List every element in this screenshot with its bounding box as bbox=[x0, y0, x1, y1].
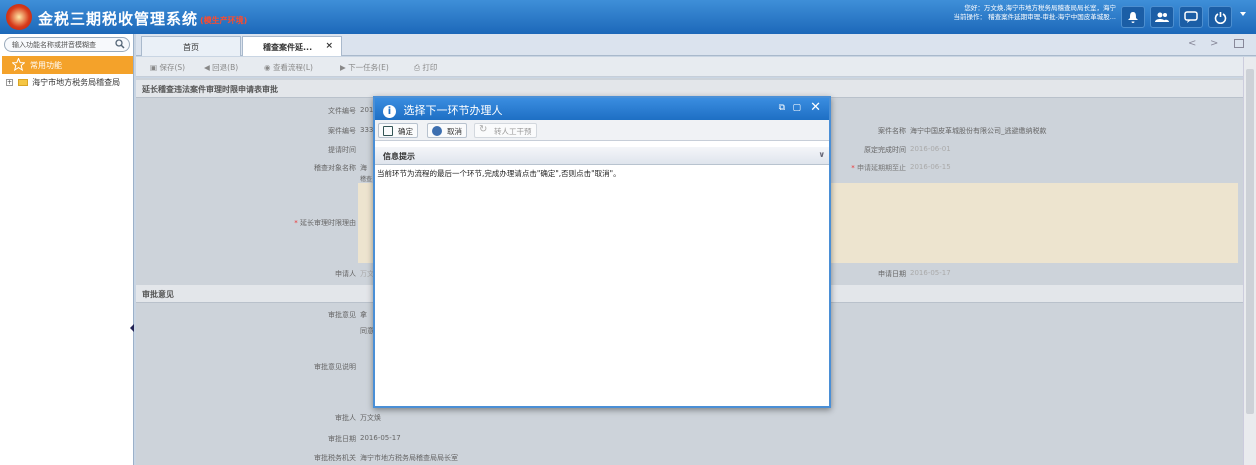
star-icon bbox=[11, 57, 26, 73]
print-label: 打印 bbox=[422, 63, 438, 72]
tax-logo-icon bbox=[6, 4, 32, 30]
back-button[interactable]: ◀ 回退(B) bbox=[204, 62, 238, 73]
dialog-toolbar: 确定 取消 ↻ 转人工干预 bbox=[375, 120, 829, 141]
user-info: 您好：万文焕,海宁市地方税务局稽查局局长室，海宁 当前操作： 稽查案件延期审理-… bbox=[954, 4, 1116, 22]
approver-value: 万文焕 bbox=[360, 414, 381, 422]
tree-item-label: 海宁市地方税务局稽查局 bbox=[32, 78, 121, 87]
reason-label-text: 延长审理时限理由 bbox=[300, 219, 356, 227]
doc-no-label: 文件编号 bbox=[328, 107, 356, 115]
chat-icon[interactable] bbox=[1179, 6, 1203, 28]
case-no-label: 案件编号 bbox=[328, 127, 356, 135]
view-flow-button[interactable]: ◉ 查看流程(L) bbox=[264, 62, 313, 73]
submit-time-label: 提请时间 bbox=[328, 146, 356, 154]
info-panel-header: 信息提示 ∨ bbox=[375, 147, 829, 165]
applicant-value: 万文 bbox=[360, 270, 374, 278]
tab-case-extension-label: 稽查案件延... bbox=[263, 43, 313, 52]
dialog-title: 选择下一环节办理人 bbox=[403, 104, 503, 117]
users-icon[interactable] bbox=[1150, 6, 1174, 28]
approve-date-label: 审批日期 bbox=[328, 435, 356, 443]
org-value: 海宁市地方税务局稽查局局长室 bbox=[360, 454, 458, 462]
extend-to-label-text: 申请延期期至止 bbox=[857, 164, 906, 172]
function-search-input[interactable]: 输入功能名称或拼音模糊查 bbox=[4, 37, 130, 52]
tree-item[interactable]: + 海宁市地方税务局稽查局 bbox=[6, 77, 120, 88]
confirm-button[interactable]: 确定 bbox=[378, 123, 418, 138]
folder-icon bbox=[17, 79, 28, 86]
save-label: 保存(S) bbox=[159, 63, 186, 72]
refresh-icon: ↻ bbox=[479, 124, 488, 135]
dialog-header: i 选择下一环节办理人 ⧉ ▢ ✕ bbox=[375, 98, 829, 120]
favorites-menu[interactable]: 常用功能 bbox=[2, 56, 133, 74]
save-button[interactable]: ▣ 保存(S) bbox=[150, 62, 185, 73]
doc-no-value: 201 bbox=[360, 106, 374, 114]
search-icon[interactable] bbox=[115, 39, 125, 51]
collapse-sidebar-icon[interactable] bbox=[130, 324, 134, 332]
dialog-message: 当前环节为流程的最后一个环节,完成办理请点击"确定",否则点击"取消"。 bbox=[377, 169, 621, 178]
save-icon bbox=[383, 126, 393, 136]
scrollbar-thumb[interactable] bbox=[1246, 69, 1254, 414]
tab-bar: 首页 稽查案件延... × < > bbox=[136, 34, 1256, 56]
next-step-dialog: i 选择下一环节办理人 ⧉ ▢ ✕ 确定 取消 ↻ 转人工干预 信息提示 ∨ 当… bbox=[373, 96, 831, 408]
confirm-label: 确定 bbox=[398, 127, 413, 136]
target-value: 海 bbox=[360, 164, 367, 172]
opinion-value[interactable]: 拿 bbox=[360, 310, 367, 320]
opinion-label: 审批意见 bbox=[328, 311, 356, 319]
extend-to-value[interactable]: 2016-06-15 bbox=[910, 163, 951, 171]
sidebar: 输入功能名称或拼音模糊查 常用功能 + 海宁市地方税务局稽查局 bbox=[0, 34, 134, 465]
toolbar: ▣ 保存(S) ◀ 回退(B) ◉ 查看流程(L) ▶ 下一任务(E) ⎙ 打印 bbox=[136, 57, 1243, 77]
next-task-button[interactable]: ▶ 下一任务(E) bbox=[340, 62, 389, 73]
transfer-label: 转人工干预 bbox=[494, 127, 532, 136]
orig-deadline-value: 2016-06-01 bbox=[910, 145, 951, 153]
approve-date-value: 2016-05-17 bbox=[360, 434, 401, 442]
search-placeholder: 输入功能名称或拼音模糊查 bbox=[12, 41, 96, 49]
restore-icon[interactable]: ⧉ bbox=[779, 103, 785, 113]
user-greeting: 您好：万文焕,海宁市地方税务局稽查局局长室，海宁 bbox=[964, 4, 1116, 12]
opinion-desc-label: 审批意见说明 bbox=[314, 363, 356, 371]
page-scrollbar[interactable] bbox=[1243, 57, 1256, 465]
close-icon[interactable]: × bbox=[325, 41, 333, 51]
tab-home[interactable]: 首页 bbox=[141, 36, 241, 56]
favorites-label: 常用功能 bbox=[30, 61, 62, 70]
view-flow-label: 查看流程(L) bbox=[272, 63, 313, 72]
environment-label: (模生产环境) bbox=[200, 16, 248, 25]
reason-label: * 延长审理时限理由 bbox=[236, 218, 356, 228]
tab-case-extension[interactable]: 稽查案件延... × bbox=[242, 36, 342, 56]
next-task-label: 下一任务(E) bbox=[348, 63, 389, 72]
target-label: 稽查对象名称 bbox=[314, 164, 356, 172]
apply-date-value: 2016-05-17 bbox=[910, 269, 951, 277]
chevron-down-icon[interactable]: ∨ bbox=[819, 150, 826, 159]
power-icon[interactable] bbox=[1208, 6, 1232, 28]
maximize-dialog-icon[interactable]: ▢ bbox=[792, 103, 801, 113]
opinion-desc-value[interactable]: 同意 bbox=[360, 326, 374, 336]
applicant-label: 申请人 bbox=[335, 270, 356, 278]
bell-icon[interactable] bbox=[1121, 6, 1145, 28]
back-label: 回退(B) bbox=[212, 63, 239, 72]
print-button[interactable]: ⎙ 打印 bbox=[414, 62, 437, 73]
approver-label: 审批人 bbox=[335, 414, 356, 422]
app-title: 金税三期税收管理系统 bbox=[38, 10, 199, 28]
maximize-icon[interactable] bbox=[1234, 39, 1244, 48]
org-label: 审批税务机关 bbox=[314, 454, 356, 462]
cancel-label: 取消 bbox=[447, 127, 462, 136]
case-name-value: 海宁中国皮革城股份有限公司_逃避缴纳税款 bbox=[910, 127, 1047, 135]
cancel-icon bbox=[432, 126, 442, 136]
tab-prev-button[interactable]: < bbox=[1188, 38, 1196, 49]
case-no-value: 333 bbox=[360, 126, 374, 134]
dialog-close-icon[interactable]: ✕ bbox=[810, 100, 821, 115]
tab-next-button[interactable]: > bbox=[1210, 38, 1218, 49]
info-panel-title: 信息提示 bbox=[383, 152, 415, 161]
target-note: 稽查 bbox=[360, 176, 373, 183]
top-bar: 金税三期税收管理系统 (模生产环境) 您好：万文焕,海宁市地方税务局稽查局局长室… bbox=[0, 0, 1256, 34]
current-operation: 当前操作： 稽查案件延期审理-审批-海宁中国皮革城股... bbox=[953, 13, 1116, 21]
cancel-button[interactable]: 取消 bbox=[427, 123, 467, 138]
transfer-manual-button[interactable]: ↻ 转人工干预 bbox=[474, 123, 537, 138]
dropdown-caret-icon[interactable] bbox=[1240, 12, 1246, 16]
expand-icon[interactable]: + bbox=[6, 79, 13, 86]
info-icon: i bbox=[383, 104, 396, 118]
